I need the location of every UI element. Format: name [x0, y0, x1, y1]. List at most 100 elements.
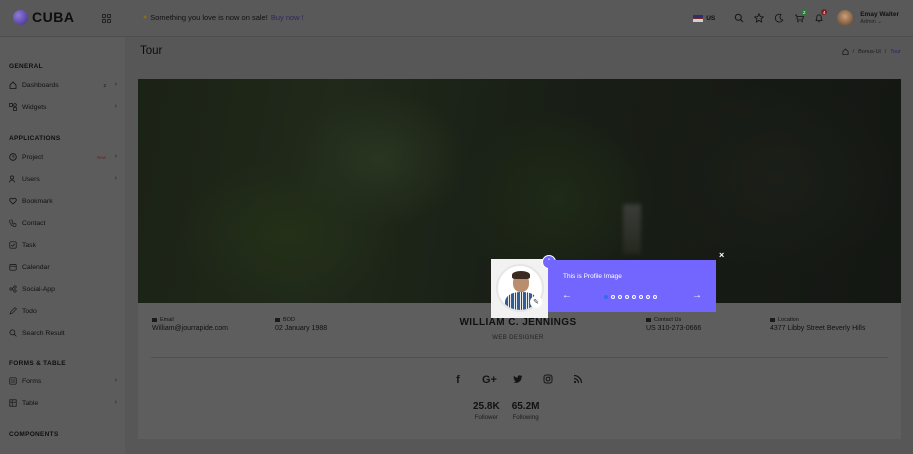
- table-icon: [9, 399, 17, 407]
- search-icon: [9, 329, 17, 337]
- arrow-left-icon[interactable]: ←: [562, 291, 572, 301]
- tour-step-dot[interactable]: [611, 295, 615, 299]
- top-navbar: CUBA ● Something you love is now on sale…: [0, 0, 913, 37]
- bod-info: BOD 02 January 1988: [275, 317, 328, 332]
- avatar: [837, 10, 854, 26]
- tour-step-dot[interactable]: [639, 295, 643, 299]
- app-logo[interactable]: CUBA: [13, 9, 74, 25]
- profile-name: WILLIAM C. JENNINGS: [459, 317, 577, 328]
- clock-icon: [9, 153, 17, 161]
- breadcrumb: / Bonus-Ui / Tour: [842, 48, 901, 55]
- rss-icon[interactable]: [572, 374, 584, 387]
- profile-job-title: WEB DESIGNER: [492, 335, 544, 341]
- tour-step-dots: [604, 295, 657, 299]
- chevron-right-icon: ›: [114, 399, 117, 406]
- tour-step-dot[interactable]: [653, 295, 657, 299]
- breadcrumb-item-bonus-ui[interactable]: Bonus-Ui: [858, 49, 881, 55]
- us-flag-icon[interactable]: [693, 14, 704, 22]
- sidebar-item-todo[interactable]: Todo: [9, 305, 117, 317]
- tour-step-dot[interactable]: [632, 295, 636, 299]
- tour-step-dot[interactable]: [646, 295, 650, 299]
- sidebar-item-bookmark[interactable]: Bookmark: [9, 195, 117, 207]
- new-badge: New: [96, 154, 106, 160]
- sidebar-item-forms[interactable]: Forms ›: [9, 375, 117, 387]
- app-name: CUBA: [32, 9, 75, 25]
- sidebar-item-search-result[interactable]: Search Result: [9, 327, 117, 339]
- calendar-icon: [275, 318, 280, 322]
- location-value: 4377 Libby Street Beverly Hills: [770, 325, 866, 332]
- location-info: Location 4377 Libby Street Beverly Hills: [770, 317, 866, 332]
- chevron-down-icon: ⌄: [877, 18, 882, 25]
- sidebar-item-project[interactable]: Project New ›: [9, 151, 117, 163]
- search-icon[interactable]: [729, 8, 749, 28]
- sidebar-item-social-app[interactable]: Social-App: [9, 283, 117, 295]
- instagram-icon[interactable]: [542, 374, 554, 387]
- bell-icon[interactable]: 4: [809, 8, 829, 28]
- tour-step-dot[interactable]: [618, 295, 622, 299]
- google-plus-icon[interactable]: G+: [482, 374, 497, 387]
- section-title-applications: APPLICATIONS: [9, 135, 61, 142]
- envelope-icon: [152, 318, 157, 322]
- edit-pencil-icon[interactable]: ✎: [530, 296, 542, 308]
- email-value: William@jourrapide.com: [152, 325, 228, 332]
- follower-stat: 25.8K Follower: [473, 401, 500, 421]
- section-title-components: COMPONENTS: [9, 431, 59, 438]
- topbar-actions: US 2 4 Emay Walter Admin ⌄: [693, 8, 913, 28]
- dark-mode-icon[interactable]: [769, 8, 789, 28]
- section-title-forms-table: FORMS & TABLE: [9, 360, 66, 367]
- user-profile-menu[interactable]: Emay Walter Admin ⌄: [837, 10, 899, 26]
- close-icon[interactable]: ×: [719, 250, 724, 260]
- language-selector[interactable]: US: [706, 15, 715, 22]
- tour-step-dot[interactable]: [625, 295, 629, 299]
- logo-icon: [13, 9, 28, 25]
- email-info: Email William@jourrapide.com: [152, 317, 228, 332]
- follow-stats: 25.8K Follower 65.2M Following: [473, 401, 539, 421]
- map-pin-icon: [770, 318, 775, 322]
- contact-value: US 310-273-0666: [646, 325, 702, 332]
- cart-icon[interactable]: 2: [789, 8, 809, 28]
- phone-icon: [9, 219, 17, 227]
- chevron-right-icon: ›: [114, 81, 117, 88]
- social-icon: [9, 285, 17, 293]
- gift-icon: ●: [143, 14, 148, 21]
- user-role: Admin ⌄: [860, 18, 882, 25]
- user-name: Emay Walter: [860, 10, 899, 18]
- chevron-right-icon: ›: [114, 377, 117, 384]
- section-title-general: GENERAL: [9, 63, 43, 70]
- promo-link[interactable]: Buy now !: [271, 13, 304, 22]
- facebook-icon[interactable]: f: [452, 374, 464, 387]
- sidebar-toggle-grid-icon[interactable]: [102, 14, 111, 23]
- calendar-icon: [9, 264, 17, 271]
- breadcrumb-item-tour: Tour: [890, 48, 901, 55]
- todo-icon: [9, 307, 17, 315]
- sidebar-item-users[interactable]: Users ›: [9, 173, 117, 185]
- widgets-icon: [9, 103, 17, 111]
- star-icon[interactable]: [749, 8, 769, 28]
- sidebar: GENERAL Dashboards 2 › Widgets › APPLICA…: [0, 37, 125, 454]
- sidebar-item-task[interactable]: Task: [9, 239, 117, 251]
- twitter-icon[interactable]: [512, 374, 524, 387]
- home-icon[interactable]: [842, 48, 849, 55]
- task-icon: [9, 241, 17, 249]
- tour-step-dot[interactable]: [604, 295, 608, 299]
- sidebar-item-table[interactable]: Table ›: [9, 397, 117, 409]
- sidebar-item-dashboards[interactable]: Dashboards 2 ›: [9, 79, 117, 91]
- notification-badge: 4: [821, 9, 828, 15]
- following-stat: 65.2M Following: [511, 401, 540, 421]
- promo-banner: ● Something you love is now on sale! Buy…: [143, 13, 304, 22]
- contact-info: Contact Us US 310-273-0666: [646, 317, 702, 332]
- sidebar-item-calendar[interactable]: Calendar: [9, 261, 117, 273]
- arrow-right-icon[interactable]: →: [692, 291, 702, 301]
- promo-text: Something you love is now on sale!: [150, 13, 268, 22]
- page-title: Tour: [140, 45, 163, 57]
- tour-text: This is Profile Image: [563, 273, 622, 280]
- chevron-right-icon: ›: [114, 103, 117, 110]
- phone-icon: [646, 318, 651, 322]
- users-icon: [9, 175, 15, 183]
- forms-icon: [9, 377, 17, 385]
- main-content: Tour / Bonus-Ui / Tour Email William@jou…: [125, 37, 913, 454]
- dashboards-badge: 2: [103, 82, 106, 88]
- heart-icon: [9, 197, 17, 205]
- sidebar-item-contact[interactable]: Contact: [9, 217, 117, 229]
- sidebar-item-widgets[interactable]: Widgets ›: [9, 101, 117, 113]
